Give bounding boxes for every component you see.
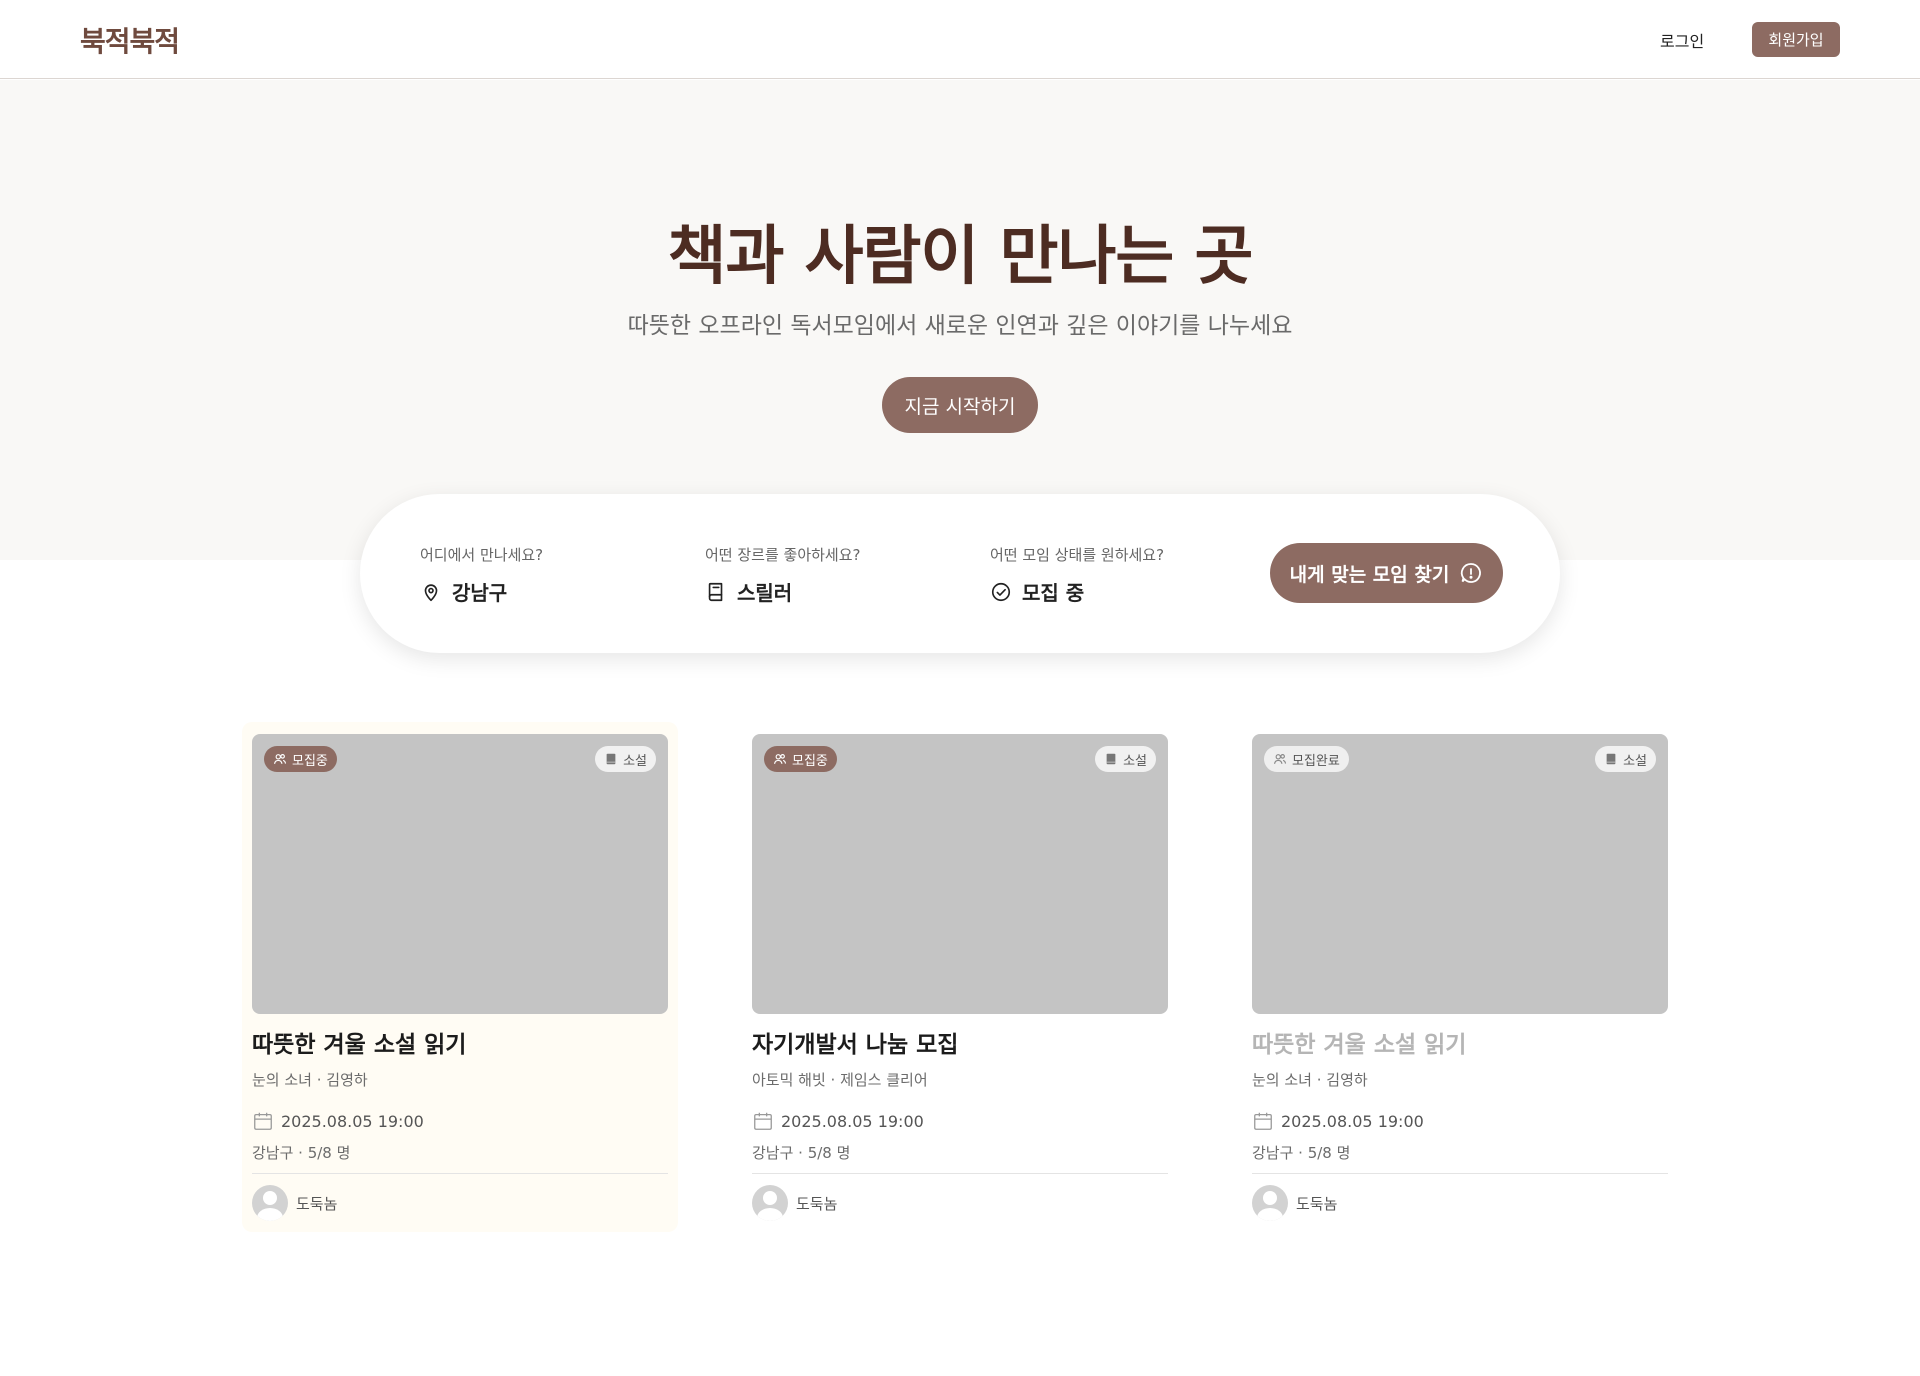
book-icon (1106, 753, 1116, 765)
users-icon (274, 754, 287, 764)
host-name: 도둑놈 (796, 1194, 838, 1213)
users-icon (1274, 754, 1287, 764)
meeting-thumbnail: 모집중 소설 (752, 734, 1168, 1014)
avatar (1252, 1185, 1288, 1221)
meeting-title: 따뜻한 겨울 소설 읽기 (1252, 1032, 1467, 1058)
genre-filter[interactable]: 어떤 장르를 좋아하세요? 스릴러 (705, 544, 861, 606)
meeting-datetime-value: 2025.08.05 19:00 (1281, 1111, 1424, 1131)
meeting-host: 도둑놈 (1252, 1185, 1337, 1221)
genre-badge: 소설 (1095, 746, 1156, 772)
find-meeting-button[interactable]: 내게 맞는 모임 찾기 (1270, 543, 1503, 603)
meeting-book: 눈의 소녀 · 김영하 (1252, 1071, 1368, 1089)
login-link[interactable]: 로그인 (1660, 28, 1704, 52)
genre-badge: 소설 (595, 746, 656, 772)
logo[interactable]: 북적북적 (80, 20, 180, 60)
meeting-book: 아토믹 해빗 · 제임스 클리어 (752, 1071, 928, 1089)
calendar-icon (1254, 1112, 1272, 1130)
status-filter-label: 어떤 모임 상태를 원하세요? (990, 546, 1165, 564)
divider (1252, 1173, 1668, 1174)
meeting-search-bar: 어디에서 만나세요? 강남구 어떤 장르를 좋아하세요? 스릴러 어떤 모임 상… (360, 494, 1560, 653)
meeting-thumbnail: 모집중 소설 (252, 734, 668, 1014)
host-name: 도둑놈 (1296, 1194, 1338, 1213)
status-badge-label: 모집중 (792, 753, 828, 769)
divider (252, 1173, 668, 1174)
meeting-host: 도둑놈 (752, 1185, 837, 1221)
location-select[interactable]: 강남구 (420, 577, 543, 606)
meeting-host: 도둑놈 (252, 1185, 337, 1221)
status-badge: 모집완료 (1264, 746, 1349, 772)
genre-select[interactable]: 스릴러 (705, 577, 861, 606)
meeting-location: 강남구 · 5/8 명 (252, 1144, 351, 1162)
divider (752, 1173, 1168, 1174)
check-circle-icon (991, 582, 1011, 601)
meeting-datetime-value: 2025.08.05 19:00 (781, 1111, 924, 1131)
status-badge: 모집중 (764, 746, 837, 772)
start-now-button[interactable]: 지금 시작하기 (882, 377, 1038, 433)
hero-title: 책과 사람이 만나는 곳 (667, 220, 1254, 294)
meeting-card[interactable]: 모집완료 소설 따뜻한 겨울 소설 읽기 눈의 소녀 · 김영하 2025.08… (1242, 722, 1678, 1232)
book-icon (708, 582, 723, 601)
meeting-title: 자기개발서 나눔 모집 (752, 1032, 959, 1058)
meeting-location: 강남구 · 5/8 명 (752, 1144, 851, 1162)
status-badge-label: 모집완료 (1292, 753, 1340, 769)
top-header: 북적북적 로그인 회원가입 (0, 0, 1920, 79)
status-badge: 모집중 (264, 746, 337, 772)
genre-value: 스릴러 (737, 581, 793, 605)
find-meeting-label: 내게 맞는 모임 찾기 (1289, 563, 1450, 586)
genre-badge-label: 소설 (1123, 753, 1147, 769)
meeting-datetime: 2025.08.05 19:00 (1252, 1110, 1424, 1132)
genre-badge-label: 소설 (623, 753, 647, 769)
meeting-card[interactable]: 모집중 소설 자기개발서 나눔 모집 아토믹 해빗 · 제임스 클리어 2025… (742, 722, 1178, 1232)
meeting-thumbnail: 모집완료 소설 (1252, 734, 1668, 1014)
calendar-icon (754, 1112, 772, 1130)
meeting-book: 눈의 소녀 · 김영하 (252, 1071, 368, 1089)
hero-subtitle: 따뜻한 오프라인 독서모임에서 새로운 인연과 깊은 이야기를 나누세요 (627, 313, 1293, 339)
book-icon (606, 753, 616, 765)
meeting-datetime: 2025.08.05 19:00 (252, 1110, 424, 1132)
alert-circle-icon (1461, 563, 1482, 583)
users-icon (774, 754, 787, 764)
calendar-icon (254, 1112, 272, 1130)
book-icon (1606, 753, 1616, 765)
meeting-datetime: 2025.08.05 19:00 (752, 1110, 924, 1132)
genre-badge: 소설 (1595, 746, 1656, 772)
status-select[interactable]: 모집 중 (990, 577, 1164, 606)
status-badge-label: 모집중 (292, 753, 328, 769)
meeting-title: 따뜻한 겨울 소설 읽기 (252, 1032, 467, 1058)
meeting-datetime-value: 2025.08.05 19:00 (281, 1111, 424, 1131)
avatar (252, 1185, 288, 1221)
avatar (752, 1185, 788, 1221)
location-filter-label: 어디에서 만나세요? (420, 546, 544, 564)
location-value: 강남구 (452, 581, 508, 605)
meeting-location: 강남구 · 5/8 명 (1252, 1144, 1351, 1162)
meeting-card[interactable]: 모집중 소설 따뜻한 겨울 소설 읽기 눈의 소녀 · 김영하 2025.08.… (242, 722, 678, 1232)
genre-filter-label: 어떤 장르를 좋아하세요? (705, 546, 861, 564)
signup-button[interactable]: 회원가입 (1752, 22, 1840, 57)
status-filter[interactable]: 어떤 모임 상태를 원하세요? 모집 중 (990, 544, 1164, 606)
genre-badge-label: 소설 (1623, 753, 1647, 769)
host-name: 도둑놈 (296, 1194, 338, 1213)
location-filter[interactable]: 어디에서 만나세요? 강남구 (420, 544, 543, 606)
status-value: 모집 중 (1022, 581, 1085, 605)
map-pin-icon (424, 583, 438, 601)
